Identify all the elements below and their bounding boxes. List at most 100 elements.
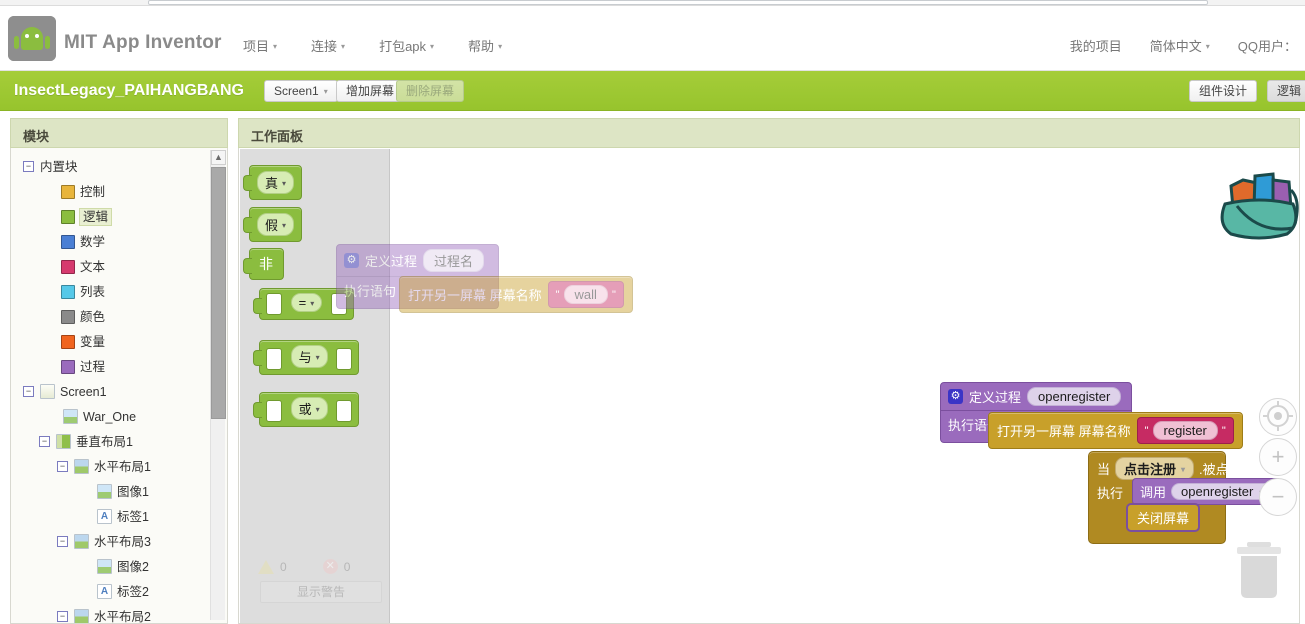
tree-node-screen1[interactable]: − Screen1 (11, 379, 207, 404)
open-screen-label: 打开另一屏幕 屏幕名称 (408, 288, 542, 303)
category-swatch-text (61, 259, 75, 274)
screen-name-value[interactable]: wall (563, 285, 608, 304)
true-field[interactable]: 真 ▾ (257, 171, 295, 194)
procedure-name-field[interactable]: 过程名 (423, 249, 485, 272)
false-field[interactable]: 假 ▾ (257, 213, 295, 236)
close-screen-block[interactable]: 关闭屏幕 (1126, 503, 1201, 532)
left-socket[interactable] (266, 293, 282, 315)
chevron-down-icon: ▾ (282, 179, 287, 188)
sidebar-item-logic[interactable]: 逻辑 (11, 204, 207, 229)
tree-label: 水平布局1 (94, 459, 151, 474)
sidebar-item-control[interactable]: 控制 (11, 179, 207, 204)
blocks-workspace[interactable]: 0 ✕ 0 显示警告 真 ▾ 假 ▾ 非 = ▾ 与 ▾ 或 ▾ ⚙ 定义过程 … (238, 148, 1300, 624)
chevron-down-icon: ▾ (341, 42, 346, 51)
open-another-screen-block[interactable]: 打开另一屏幕 屏幕名称 " wall " (399, 276, 633, 313)
menu-item-language[interactable]: 简体中文 ▾ (1150, 36, 1210, 55)
sidebar-item-lists[interactable]: 列表 (11, 279, 207, 304)
tree-label: 内置块 (40, 159, 78, 174)
zoom-in-button[interactable]: + (1259, 438, 1297, 476)
logic-and-block[interactable]: 与 ▾ (253, 340, 360, 375)
tree-node-horizontal-3[interactable]: − 水平布局3 (11, 529, 207, 554)
show-warnings-button[interactable]: 显示警告 (260, 581, 382, 603)
block-label: 与 (298, 350, 312, 365)
component-name: 点击注册 (1124, 462, 1177, 477)
ghost-open-screen-block[interactable]: 打开另一屏幕 屏幕名称 " wall " (399, 276, 633, 313)
sidebar-item-colors[interactable]: 颜色 (11, 304, 207, 329)
call-procedure-name[interactable]: openregister ▾ (1171, 483, 1274, 500)
open-screen-statement[interactable]: 打开另一屏幕 屏幕名称 " register " (988, 412, 1243, 449)
collapse-toggle-icon[interactable]: − (39, 436, 50, 447)
collapse-toggle-icon[interactable]: − (57, 611, 68, 622)
sidebar-item-procedures[interactable]: 过程 (11, 354, 207, 379)
menu-item-user[interactable]: QQ用户： (1238, 36, 1297, 55)
warning-triangle-icon (258, 559, 274, 574)
warning-count: 0 (280, 559, 287, 574)
backpack-icon[interactable] (1211, 156, 1299, 246)
gear-icon[interactable]: ⚙ (344, 253, 359, 268)
left-socket[interactable] (266, 347, 282, 370)
collapse-toggle-icon[interactable]: − (23, 161, 34, 172)
vertical-arrangement-icon (56, 434, 71, 449)
collapse-toggle-icon[interactable]: − (57, 461, 68, 472)
tree-node-builtin[interactable]: − 内置块 (11, 154, 207, 179)
procedure-name-field[interactable]: openregister (1027, 387, 1122, 406)
collapse-toggle-icon[interactable]: − (57, 536, 68, 547)
blocks-tab-button[interactable]: 逻辑 (1266, 80, 1305, 102)
tree-node-vertical-1[interactable]: − 垂直布局1 (11, 429, 207, 454)
menu-item-project[interactable]: 项目 ▾ (243, 36, 277, 55)
collapse-toggle-icon[interactable]: − (23, 386, 34, 397)
browser-url-bar[interactable] (148, 0, 1208, 5)
tree-label: Screen1 (60, 384, 107, 399)
text-string-block[interactable]: " wall " (547, 281, 624, 308)
gear-icon[interactable]: ⚙ (948, 389, 963, 404)
tree-node-horizontal-2[interactable]: − 水平布局2 (11, 604, 207, 623)
tree-label: 数学 (80, 234, 106, 249)
trash-can-icon[interactable] (1231, 540, 1287, 602)
logic-true-block[interactable]: 真 ▾ (243, 165, 303, 200)
right-socket[interactable] (336, 347, 353, 370)
right-socket[interactable] (336, 399, 353, 422)
tree-node-image-2[interactable]: 图像2 (11, 554, 207, 579)
tree-node-war-one[interactable]: War_One (11, 404, 207, 429)
tree-node-label-1[interactable]: A 标签1 (11, 504, 207, 529)
menu-item-my-projects[interactable]: 我的项目 (1070, 36, 1122, 55)
tree-label: 颜色 (80, 309, 106, 324)
menu-item-connect[interactable]: 连接 ▾ (311, 36, 345, 55)
sidebar-scrollbar[interactable]: ▲ (210, 150, 226, 620)
and-field[interactable]: 与 ▾ (290, 345, 328, 368)
tree-node-horizontal-1[interactable]: − 水平布局1 (11, 454, 207, 479)
logic-or-block[interactable]: 或 ▾ (253, 392, 360, 427)
designer-tab-button[interactable]: 组件设计 (1188, 80, 1257, 102)
delete-screen-button[interactable]: 删除屏幕 (396, 80, 465, 102)
scrollbar-thumb[interactable] (211, 167, 226, 419)
or-field[interactable]: 或 ▾ (290, 397, 328, 420)
component-selector[interactable]: 点击注册 ▾ (1115, 457, 1195, 480)
equals-field[interactable]: = ▾ (290, 293, 323, 313)
sidebar-item-math[interactable]: 数学 (11, 229, 207, 254)
tree-node-image-1[interactable]: 图像1 (11, 479, 207, 504)
screen-name-value[interactable]: register (1152, 421, 1218, 440)
add-screen-button[interactable]: 增加屏幕 (336, 80, 405, 102)
blocks-tree: − 内置块 控制 逻辑 数学 文本 列表 颜色 变量 过程 − Screen1 … (11, 154, 207, 623)
when-label: 当 (1097, 462, 1111, 477)
screen-selector[interactable]: Screen1 ▾ (264, 80, 338, 102)
left-socket[interactable] (266, 399, 282, 422)
scroll-up-icon[interactable]: ▲ (211, 150, 226, 165)
menu-item-build-apk[interactable]: 打包apk ▾ (379, 36, 434, 55)
text-string-block[interactable]: " register " (1136, 417, 1234, 444)
sidebar-item-variables[interactable]: 变量 (11, 329, 207, 354)
tree-label: War_One (83, 409, 137, 424)
menu-item-help[interactable]: 帮助 ▾ (468, 36, 502, 55)
logic-not-block[interactable]: 非 (243, 248, 284, 280)
block-plug (253, 350, 262, 366)
tree-node-label-2[interactable]: A 标签2 (11, 579, 207, 604)
zoom-out-button[interactable]: − (1259, 478, 1297, 516)
open-another-screen-block[interactable]: 打开另一屏幕 屏幕名称 " register " (988, 412, 1243, 449)
close-quote: " (1221, 424, 1226, 437)
main-menu: 项目 ▾ 连接 ▾ 打包apk ▾ 帮助 ▾ (243, 36, 502, 55)
logic-false-block[interactable]: 假 ▾ (243, 207, 303, 242)
horizontal-arrangement-icon (74, 609, 89, 623)
close-screen-label[interactable]: 关闭屏幕 (1126, 503, 1201, 532)
sidebar-item-text[interactable]: 文本 (11, 254, 207, 279)
center-target-icon[interactable] (1259, 398, 1297, 436)
